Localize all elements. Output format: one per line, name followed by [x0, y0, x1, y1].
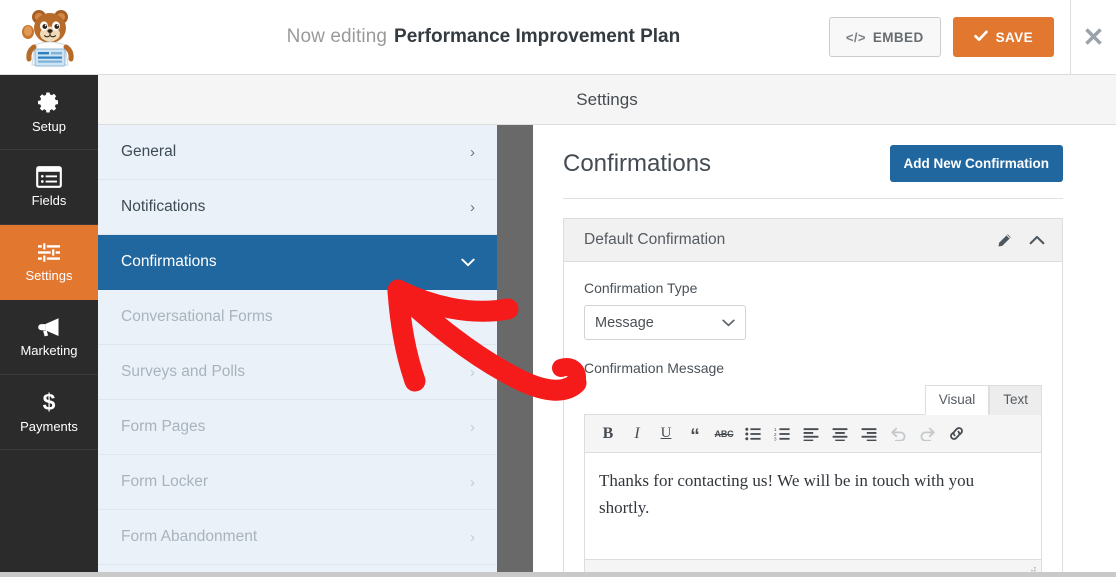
sidebar-item-surveys-and-polls[interactable]: Surveys and Polls › — [98, 345, 497, 400]
dollar-icon: $ — [39, 390, 59, 414]
rail-item-payments[interactable]: $ Payments — [0, 375, 98, 450]
settings-nav-panel: General › Notifications › Confirmations … — [98, 125, 497, 577]
close-x-icon: ✕ — [1082, 22, 1105, 52]
editor-content-area[interactable]: Thanks for contacting us! We will be in … — [585, 453, 1041, 559]
rail-item-setup[interactable]: Setup — [0, 75, 98, 150]
sidebar-item-form-locker[interactable]: Form Locker › — [98, 455, 497, 510]
confirmation-type-select[interactable]: Message — [584, 305, 746, 340]
content-title: Confirmations — [563, 149, 712, 177]
confirmation-card-header[interactable]: Default Confirmation — [564, 219, 1062, 262]
close-builder-button[interactable]: ✕ — [1070, 0, 1116, 75]
tab-text[interactable]: Text — [989, 385, 1042, 415]
confirmation-card-body: Confirmation Type Message Confirmation M… — [564, 262, 1062, 577]
builder-left-rail: Setup Fields Settings Marketing $ Paymen… — [0, 75, 98, 577]
chevron-right-icon: › — [470, 308, 475, 326]
sidebar-item-form-pages[interactable]: Form Pages › — [98, 400, 497, 455]
blockquote-icon[interactable]: “ — [682, 421, 708, 447]
pencil-icon[interactable] — [997, 233, 1012, 248]
sidebar-item-form-abandonment[interactable]: Form Abandonment › — [98, 510, 497, 565]
confirmation-card-title: Default Confirmation — [584, 231, 726, 248]
sidebar-item-form-locker-label: Form Locker — [121, 473, 208, 490]
sidebar-item-notifications-label: Notifications — [121, 198, 206, 215]
sidebar-item-conversational-forms[interactable]: Conversational Forms › — [98, 290, 497, 345]
logo-container — [0, 0, 98, 75]
chevron-right-icon: › — [470, 528, 475, 546]
align-left-icon[interactable] — [798, 421, 824, 447]
align-right-icon[interactable] — [856, 421, 882, 447]
rail-item-marketing[interactable]: Marketing — [0, 300, 98, 375]
strikethrough-icon[interactable]: ABC — [711, 421, 737, 447]
svg-text:$: $ — [43, 390, 56, 414]
sidebar-item-form-abandonment-label: Form Abandonment — [121, 528, 258, 545]
gear-icon — [37, 90, 61, 114]
redo-icon[interactable] — [914, 421, 940, 447]
page-title: Performance Improvement Plan — [394, 26, 681, 47]
chevron-up-icon[interactable] — [1029, 235, 1045, 245]
chevron-right-icon: › — [470, 418, 475, 436]
chevron-down-icon — [461, 254, 475, 271]
sidebar-item-confirmations-label: Confirmations — [121, 253, 217, 270]
settings-header-title: Settings — [576, 89, 638, 109]
undo-icon[interactable] — [885, 421, 911, 447]
editor-toolbar: B I U “ ABC 1 2 3 — [585, 415, 1041, 453]
align-center-icon[interactable] — [827, 421, 853, 447]
top-bar: Now editing Performance Improvement Plan… — [0, 0, 1116, 75]
wysiwyg-editor: B I U “ ABC 1 2 3 Thanks for contacting … — [584, 414, 1042, 577]
save-button-label: SAVE — [995, 29, 1033, 45]
window-bottom-edge — [0, 572, 1116, 577]
rail-item-fields[interactable]: Fields — [0, 150, 98, 225]
sidebar-item-surveys-and-polls-label: Surveys and Polls — [121, 363, 246, 380]
add-new-confirmation-button[interactable]: Add New Confirmation — [889, 145, 1063, 182]
underline-icon[interactable]: U — [653, 421, 679, 447]
confirmation-type-label: Confirmation Type — [584, 280, 698, 296]
confirmation-card: Default Confirmation Confirmation Type M… — [563, 218, 1063, 577]
sidebar-item-general[interactable]: General › — [98, 125, 497, 180]
chevron-right-icon: › — [470, 198, 475, 216]
editing-title-block: Now editing Performance Improvement Plan — [98, 26, 829, 48]
confirmation-type-select-wrap: Message — [584, 305, 746, 340]
embed-button[interactable]: </> EMBED — [828, 17, 941, 57]
content-header: Confirmations Add New Confirmation — [563, 125, 1063, 199]
panel-divider-scrollbar[interactable] — [497, 125, 533, 577]
editor-tab-strip: Visual Text — [584, 385, 1042, 415]
top-bar-actions: </> EMBED SAVE — [828, 17, 1070, 57]
sidebar-item-notifications[interactable]: Notifications › — [98, 180, 497, 235]
check-icon — [973, 30, 988, 45]
now-editing-label: Now editing — [286, 26, 388, 47]
sidebar-item-confirmations[interactable]: Confirmations — [98, 235, 497, 290]
rail-item-setup-label: Setup — [32, 119, 66, 134]
settings-header-bar: Settings — [98, 75, 1116, 125]
wpforms-bear-mascot-icon — [22, 10, 74, 67]
sidebar-item-general-label: General — [121, 143, 177, 160]
rail-item-settings-label: Settings — [25, 268, 73, 283]
rail-item-marketing-label: Marketing — [20, 343, 78, 358]
confirmations-content-panel: Confirmations Add New Confirmation Defau… — [533, 125, 1093, 577]
tab-visual[interactable]: Visual — [924, 385, 990, 415]
megaphone-icon — [36, 316, 62, 338]
confirmation-type-value: Message — [595, 314, 654, 331]
chevron-right-icon: › — [470, 143, 475, 161]
save-button[interactable]: SAVE — [952, 17, 1054, 57]
rail-item-settings[interactable]: Settings — [0, 225, 98, 300]
rail-item-fields-label: Fields — [31, 193, 67, 208]
svg-text:3: 3 — [774, 436, 777, 440]
bold-icon[interactable]: B — [595, 421, 621, 447]
sidebar-item-conversational-forms-label: Conversational Forms — [121, 308, 273, 325]
italic-icon[interactable]: I — [624, 421, 650, 447]
link-icon[interactable] — [943, 421, 969, 447]
confirmation-message-label: Confirmation Message — [584, 360, 725, 376]
sidebar-item-form-pages-label: Form Pages — [121, 418, 206, 435]
code-brackets-icon: </> — [845, 29, 866, 45]
list-box-icon — [36, 166, 62, 188]
bulleted-list-icon[interactable] — [740, 421, 766, 447]
chevron-right-icon: › — [470, 363, 475, 381]
chevron-down-icon — [722, 315, 735, 330]
wpforms-form-builder: Now editing Performance Improvement Plan… — [0, 0, 1116, 577]
embed-button-label: EMBED — [872, 29, 924, 45]
numbered-list-icon[interactable]: 1 2 3 — [769, 421, 795, 447]
chevron-right-icon: › — [470, 473, 475, 491]
rail-item-payments-label: Payments — [20, 419, 78, 434]
sliders-icon — [36, 241, 62, 263]
